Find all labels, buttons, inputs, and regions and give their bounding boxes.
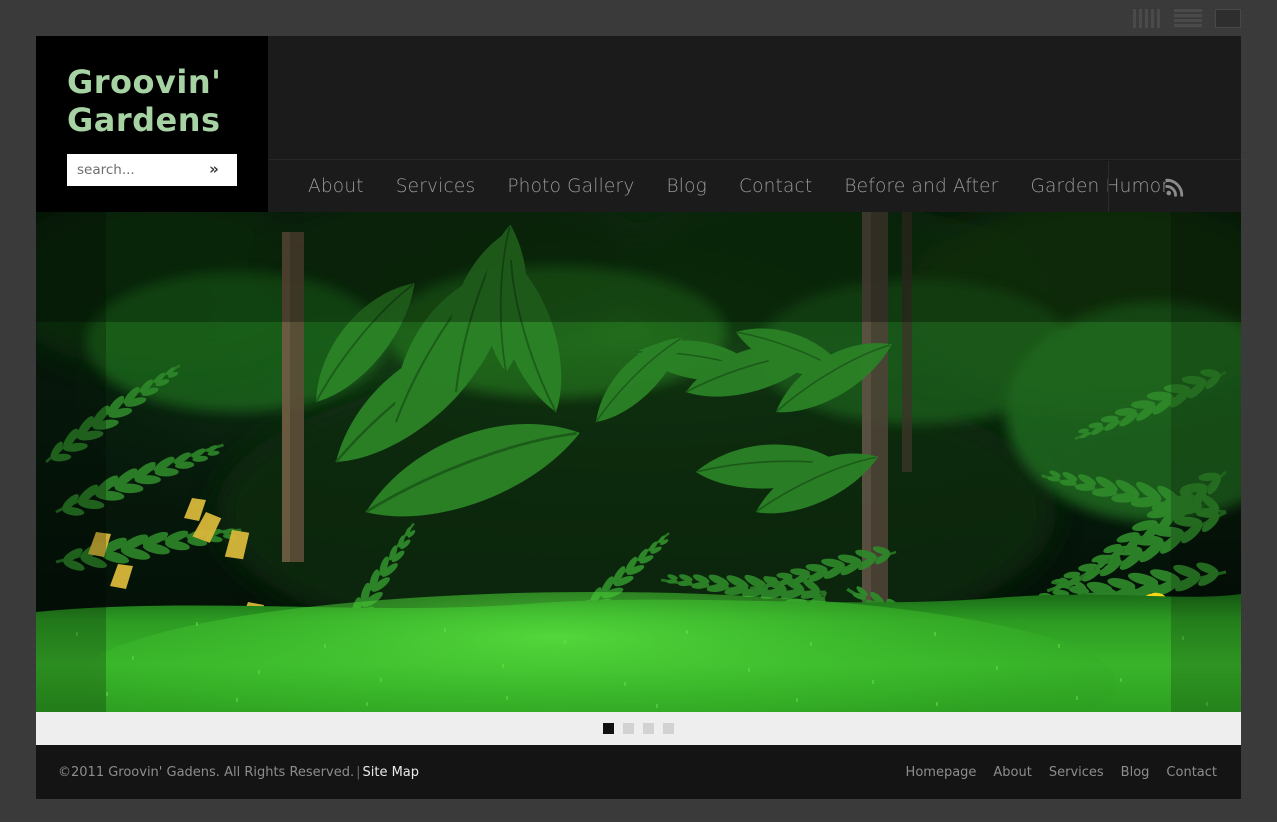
nav-item-about[interactable]: About xyxy=(292,161,380,212)
footer-link-contact[interactable]: Contact xyxy=(1166,765,1217,780)
columns-bar xyxy=(1139,9,1142,28)
rows-bar xyxy=(1174,9,1202,12)
block-view-icon[interactable] xyxy=(1215,9,1241,28)
site-header: Groovin' Gardens » About Services Photo … xyxy=(36,36,1241,212)
brand-block: Groovin' Gardens » xyxy=(36,36,268,212)
site-map-link[interactable]: Site Map xyxy=(363,765,420,780)
slider-dot-4[interactable] xyxy=(663,723,674,734)
hero-artwork xyxy=(36,212,1241,712)
rss-icon xyxy=(1164,176,1186,198)
search-input[interactable] xyxy=(67,155,199,185)
site-logo[interactable]: Groovin' Gardens xyxy=(67,63,257,139)
nav-item-blog[interactable]: Blog xyxy=(650,161,722,212)
slider-pagination xyxy=(36,712,1241,745)
footer-separator: | xyxy=(354,765,362,780)
nav-item-services[interactable]: Services xyxy=(380,161,492,212)
nav-item-list: About Services Photo Gallery Blog Contac… xyxy=(268,161,1185,212)
columns-bar xyxy=(1151,9,1154,28)
hero-slider-image[interactable] xyxy=(36,212,1241,712)
footer-navigation: Homepage About Services Blog Contact xyxy=(906,765,1217,780)
rows-bar xyxy=(1174,24,1202,27)
columns-view-icon[interactable] xyxy=(1133,9,1161,28)
site-footer: ©2011 Groovin' Gadens. All Rights Reserv… xyxy=(36,745,1241,799)
slider-dot-3[interactable] xyxy=(643,723,654,734)
copyright-line: ©2011 Groovin' Gadens. All Rights Reserv… xyxy=(58,765,354,780)
logo-line-1: Groovin' xyxy=(67,63,257,101)
slider-dot-1[interactable] xyxy=(603,723,614,734)
columns-bar xyxy=(1133,9,1136,28)
slider-dot-2[interactable] xyxy=(623,723,634,734)
footer-link-about[interactable]: About xyxy=(993,765,1031,780)
rss-feed-button[interactable] xyxy=(1108,161,1241,212)
footer-link-homepage[interactable]: Homepage xyxy=(906,765,977,780)
rows-view-icon[interactable] xyxy=(1174,9,1202,28)
top-view-switch-bar xyxy=(0,0,1277,36)
nav-item-photo-gallery[interactable]: Photo Gallery xyxy=(491,161,650,212)
footer-link-services[interactable]: Services xyxy=(1049,765,1104,780)
search-box: » xyxy=(67,154,237,186)
logo-line-2: Gardens xyxy=(67,101,257,139)
nav-item-before-and-after[interactable]: Before and After xyxy=(828,161,1014,212)
nav-item-contact[interactable]: Contact xyxy=(723,161,828,212)
page-container: Groovin' Gardens » About Services Photo … xyxy=(36,36,1241,799)
view-mode-switcher xyxy=(1133,8,1241,28)
rows-bar xyxy=(1174,14,1202,17)
header-banner-area xyxy=(268,36,1241,160)
main-navigation: About Services Photo Gallery Blog Contac… xyxy=(268,161,1241,212)
copyright-text: ©2011 Groovin' Gadens. All Rights Reserv… xyxy=(58,765,419,780)
search-submit-button[interactable]: » xyxy=(199,155,229,185)
columns-bar xyxy=(1145,9,1148,28)
columns-bar xyxy=(1157,9,1160,28)
footer-link-blog[interactable]: Blog xyxy=(1121,765,1150,780)
rows-bar xyxy=(1174,19,1202,22)
